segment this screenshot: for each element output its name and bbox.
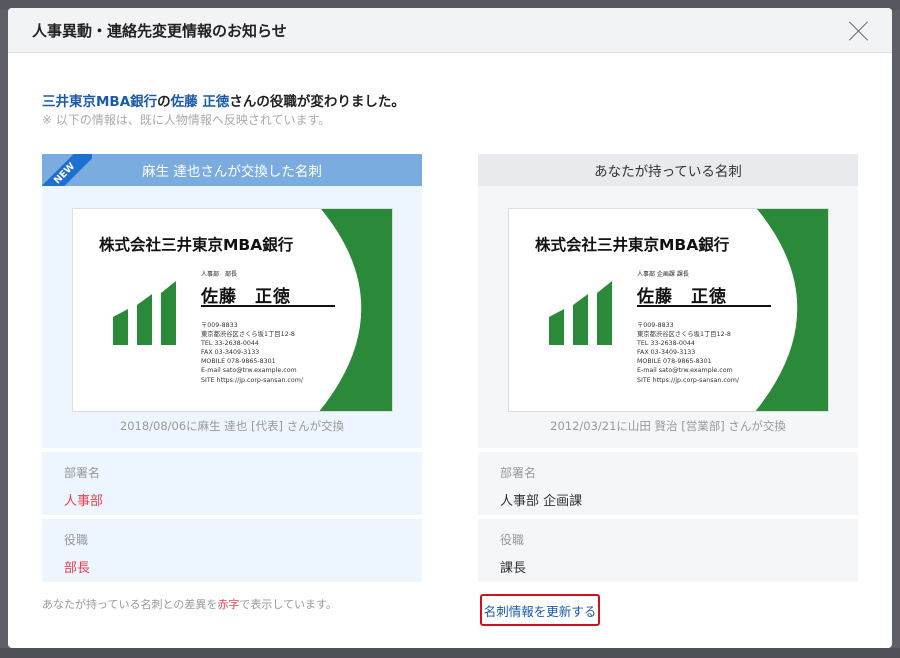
bar-mark [549, 309, 564, 345]
card-info-line: MOBILE 078-9865-8301 [637, 358, 712, 366]
bar-mark [597, 281, 612, 345]
card-info-line: 東京都渋谷区さくら坂1丁目12-8 [637, 331, 731, 339]
field-title: 役職 部長 [42, 519, 422, 582]
column-title: 麻生 達也さんが交換した名刺 [42, 154, 422, 186]
card-area: 株式会社三井東京MBA銀行 人事部 部長 佐藤 正徳 〒009-8833 東京都渋… [42, 186, 422, 448]
business-card-image[interactable]: 株式会社三井東京MBA銀行 人事部 企画課 課長 佐藤 正徳 〒009-8833… [508, 208, 829, 412]
close-icon[interactable] [848, 20, 870, 42]
green-arc [755, 209, 828, 411]
green-arc [319, 209, 392, 411]
bar-mark [137, 294, 152, 345]
card-area: 株式会社三井東京MBA銀行 人事部 企画課 課長 佐藤 正徳 〒009-8833… [478, 186, 858, 448]
company-link[interactable]: 三井東京MBA銀行 [42, 94, 157, 110]
update-card-button[interactable]: 名刺情報を更新する [480, 594, 600, 626]
card-contact-info: 〒009-8833 東京都渋谷区さくら坂1丁目12-8 TEL 33-2638-00… [201, 321, 303, 385]
card-name-underline [201, 305, 335, 307]
card-info-line: E-mail sato@trw.example.com [201, 367, 297, 375]
modal-header: 人事異動・連絡先変更情報のお知らせ [8, 8, 892, 53]
field-title: 役職 課長 [478, 519, 858, 582]
footnote-text: で表示しています。 [239, 598, 337, 611]
field-department: 部署名 人事部 [42, 452, 422, 515]
footnote-red: 赤字 [217, 598, 240, 611]
card-name: 佐藤 正徳 [637, 287, 727, 307]
card-dept: 人事部 部長 [201, 271, 238, 278]
modal-title: 人事異動・連絡先変更情報のお知らせ [32, 21, 287, 40]
card-info-line: MOBILE 078-9865-8301 [201, 358, 276, 366]
card-contact-info: 〒009-8833 東京都渋谷区さくら坂1丁目12-8 TEL 33-2638-00… [637, 321, 739, 385]
exchange-info: 2018/08/06に麻生 達也 [代表] さんが交換 [119, 419, 345, 433]
field-value: 課長 [500, 561, 527, 576]
card-info-line: TEL 33-2638-0044 [201, 340, 259, 348]
card-info-line: FAX 03-3409-3133 [201, 349, 260, 357]
field-label: 役職 [64, 533, 89, 547]
person-link[interactable]: 佐藤 正徳 [171, 94, 230, 110]
field-label: 部署名 [500, 466, 537, 480]
field-value: 人事部 企画課 [500, 494, 583, 509]
bar-mark [113, 309, 128, 345]
headline-text: さんの役職が変わりました。 [229, 94, 405, 110]
bar-mark [573, 294, 588, 345]
card-info-line: SITE https://jp.corp-sansan.com/ [637, 376, 740, 384]
new-card-column: 麻生 達也さんが交換した名刺 NEW 株式会社三井東京MBA銀行 人事部 部長 … [42, 154, 422, 582]
card-name-underline [637, 305, 771, 307]
card-company: 株式会社三井東京MBA銀行 [99, 236, 294, 254]
note: ※ 以下の情報は、既に人物情報へ反映されています。 [42, 113, 331, 127]
footnote-text: あなたが持っている名刺との差異を [42, 598, 218, 611]
card-name: 佐藤 正徳 [201, 287, 291, 307]
bar-mark [161, 281, 176, 345]
notification-modal: 人事異動・連絡先変更情報のお知らせ 三井東京MBA銀行の佐藤 正徳さんの役職が変… [8, 8, 892, 648]
card-dept: 人事部 企画課 課長 [637, 271, 689, 278]
card-info-line: 東京都渋谷区さくら坂1丁目12-8 [201, 331, 295, 339]
diff-footnote: あなたが持っている名刺との差異を赤字で表示しています。 [42, 596, 337, 612]
headline-text: の [157, 94, 171, 110]
card-info-line: TEL 33-2638-0044 [637, 340, 695, 348]
headline: 三井東京MBA銀行の佐藤 正徳さんの役職が変わりました。 [42, 90, 405, 110]
card-info-line: E-mail sato@trw.example.com [637, 367, 733, 375]
business-card-image[interactable]: 株式会社三井東京MBA銀行 人事部 部長 佐藤 正徳 〒009-8833 東京都渋… [72, 208, 393, 412]
your-card-column: あなたが持っている名刺 株式会社三井東京MBA銀行 人事部 企画課 課長 佐藤 … [478, 154, 858, 582]
field-label: 部署名 [64, 466, 101, 480]
card-info-line: FAX 03-3409-3133 [637, 349, 696, 357]
field-value: 人事部 [64, 494, 104, 509]
field-label: 役職 [500, 533, 525, 547]
card-info-line: SITE https://jp.corp-sansan.com/ [201, 376, 304, 384]
exchange-info: 2012/03/21に山田 賢治 [営業部] さんが交換 [550, 419, 786, 433]
card-company: 株式会社三井東京MBA銀行 [535, 236, 730, 254]
card-info-line: 〒009-8833 [201, 322, 238, 329]
column-title: あなたが持っている名刺 [478, 154, 858, 186]
card-info-line: 〒009-8833 [637, 322, 674, 329]
field-value: 部長 [64, 561, 91, 576]
field-department: 部署名 人事部 企画課 [478, 452, 858, 515]
